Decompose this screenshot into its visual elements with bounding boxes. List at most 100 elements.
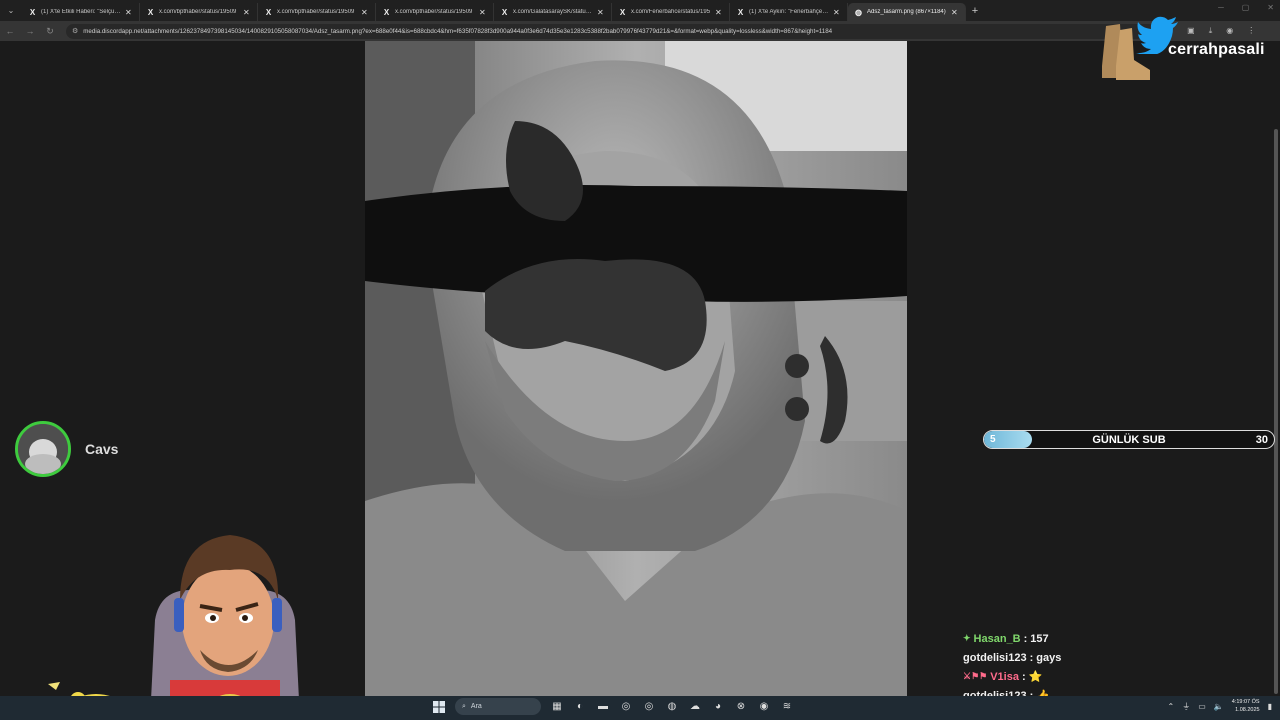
volume-icon[interactable]: 🔈 [1214,702,1224,711]
browser-tab[interactable]: Xx.com/bpthaber/status/19509 ✕ [258,3,376,21]
address-text: media.discordapp.net/attachments/1262378… [83,27,833,35]
x-logo-icon: X [619,7,626,17]
tab-title: (1) X'te Aykırı: "Fenerbahçe, Sk [749,9,829,15]
chat-separator: : [1021,670,1026,683]
guest-avatar [15,421,71,477]
edge-icon[interactable]: ◐ [573,700,587,714]
screen: ⌄ X (1) X'te Etkili Haberi: "Selçuk Ba ✕ Xx… [0,0,1280,720]
site-info-icon[interactable]: ⚙ [72,27,78,35]
search-placeholder: Ara [470,703,482,710]
x-logo-icon: X [29,7,36,17]
guest-name: Cavs [85,441,119,457]
browser-tab[interactable]: X (1) X'te Aykırı: "Fenerbahçe, Sk ✕ [730,3,848,21]
taskbar-search-box[interactable]: ⌕ Ara [455,698,541,715]
back-icon[interactable]: ← [0,26,20,36]
close-tab-icon[interactable]: ✕ [125,8,133,17]
x-logo-icon: X [383,7,390,17]
x-logo-icon: X [147,7,154,17]
discord-icon[interactable]: ◍ [665,700,679,714]
close-tab-icon[interactable]: ✕ [597,8,605,17]
chat-text: ⭐ [1028,671,1043,683]
chrome-icon[interactable]: ◎ [619,700,633,714]
steam-icon[interactable]: ◕ [711,700,725,714]
obs-icon[interactable]: ◉ [757,700,771,714]
spotify-icon[interactable]: ≋ [780,700,794,714]
search-icon: ⌕ [462,702,466,710]
window-controls: ─ ▢ ✕ [1218,3,1274,12]
streamer-avatar-illustration [150,535,300,720]
browser-tab[interactable]: Xx.com/bpthaber/status/19509 ✕ [140,3,258,21]
x-logo-icon: X [265,7,272,17]
channel-name: cerrahpasali [1168,41,1265,58]
system-tray: ⌃ ⏚ ▭ 🔈 4:19:07 ÖS 1.08.2025 ▮ [1168,698,1272,714]
globe-icon: ◍ [855,7,862,17]
x-logo-icon: X [737,7,744,17]
start-icon[interactable] [432,700,446,714]
tray-overflow-icon[interactable]: ⌃ [1168,702,1175,711]
address-bar[interactable]: ⚙ media.discordapp.net/attachments/12623… [66,23,1156,39]
channel-brand: cerrahpasali [1098,16,1273,82]
tab-title: x.com/bpthaber/status/19509 [395,9,473,15]
close-tab-icon[interactable]: ✕ [833,8,841,17]
browser-tab[interactable]: X (1) X'te Etkili Haberi: "Selçuk Ba ✕ [22,3,140,21]
system-clock[interactable]: 4:19:07 ÖS 1.08.2025 [1232,698,1260,714]
tab-title: Adsz_tasarm.png (867×1184) [867,9,946,15]
browser-tab[interactable]: ◍ Adsz_tasarm.png (867×1184) ✕ [848,3,966,21]
clock-time: 4:19:07 ÖS [1231,699,1260,705]
sub-goal-target: 30 [1255,434,1268,446]
close-tab-icon[interactable]: ✕ [479,8,487,17]
maximize-icon[interactable]: ▢ [1242,3,1250,12]
tab-title: (1) X'te Etkili Haberi: "Selçuk Ba [41,9,121,15]
close-tab-icon[interactable]: ✕ [715,8,723,17]
close-tab-icon[interactable]: ✕ [951,8,959,17]
windows-taskbar: ⌕ Ara ▦ ◐ ▬ ◎ ◎ ◍ ☁ ◕ ⊗ ◉ ≋ ⌃ ⏚ ▭ 🔈 4:19… [0,696,1280,720]
minimize-icon[interactable]: ─ [1218,3,1224,12]
chat-username: V1isa [990,670,1019,683]
taskbar-pinned-apps: ⌕ Ara ▦ ◐ ▬ ◎ ◎ ◍ ☁ ◕ ⊗ ◉ ≋ [432,698,794,715]
tab-title: x.com/bpthaber/status/19509 [159,9,237,15]
sub-goal-label: GÜNLÜK SUB [1092,434,1166,446]
browser-toolbar: ← → ↻ ⚙ media.discordapp.net/attachments… [0,21,1280,41]
browser-tab-strip: ⌄ X (1) X'te Etkili Haberi: "Selçuk Ba ✕ Xx… [0,0,1280,21]
chat-username: gotdelisi123 [963,651,1027,664]
censored-selfie-photo [365,41,907,696]
forward-icon[interactable]: → [20,26,40,36]
new-tab-button[interactable]: + [966,5,984,17]
chat-username: Hasan_B [973,632,1021,645]
close-window-icon[interactable]: ✕ [1267,3,1274,12]
page-scrollbar[interactable] [1274,129,1278,694]
onedrive-icon[interactable]: ☁ [688,700,702,714]
close-tab-icon[interactable]: ✕ [243,8,251,17]
displayed-image [365,41,907,696]
tab-title: x.com/bpthaber/status/19509 [277,9,355,15]
tab-title: x.com/GalatasaraySK/status/19 [513,9,593,15]
browser-tab[interactable]: Xx.com/Fenerbahce/status/195 ✕ [612,3,730,21]
close-tab-icon[interactable]: ✕ [361,8,369,17]
chat-badge-icon: ⚔⚑⚑ [963,671,988,681]
file-explorer-icon[interactable]: ▬ [596,700,610,714]
reload-icon[interactable]: ↻ [40,26,60,37]
chat-badge-icon: ✦ [963,633,971,643]
chat-overlay: ✦Hasan_B:157gotdelisi123:gays⚔⚑⚑V1isa:⭐g… [963,629,1263,705]
chat-separator: : [1023,632,1028,645]
tab-list: X (1) X'te Etkili Haberi: "Selçuk Ba ✕ Xx.c… [22,0,966,21]
daily-sub-goal-bar: 5 GÜNLÜK SUB 30 [983,430,1275,449]
voice-guest: Cavs [15,421,118,477]
tab-title: x.com/Fenerbahce/status/195 [631,9,711,15]
chat-message: ⚔⚑⚑ V1isa: ⭐ [963,667,1263,686]
chat-text: gays [1036,651,1062,664]
clock-date: 1.08.2025 [1235,707,1260,713]
browser-tab[interactable]: Xx.com/GalatasaraySK/status/19 ✕ [494,3,612,21]
notification-icon[interactable]: ▮ [1268,702,1272,711]
chat-separator: : [1029,651,1034,664]
usb-icon[interactable]: ⏚ [1182,701,1190,712]
chat-message: gotdelisi123: gays [963,648,1263,667]
chrome-alt-icon[interactable]: ◎ [642,700,656,714]
chat-message: ✦ Hasan_B:157 [963,629,1263,648]
network-icon[interactable]: ▭ [1198,702,1206,711]
xbox-icon[interactable]: ⊗ [734,700,748,714]
tab-search-icon[interactable]: ⌄ [0,0,22,21]
browser-tab[interactable]: Xx.com/bpthaber/status/19509 ✕ [376,3,494,21]
chat-text: 157 [1030,632,1049,645]
task-view-icon[interactable]: ▦ [550,700,564,714]
